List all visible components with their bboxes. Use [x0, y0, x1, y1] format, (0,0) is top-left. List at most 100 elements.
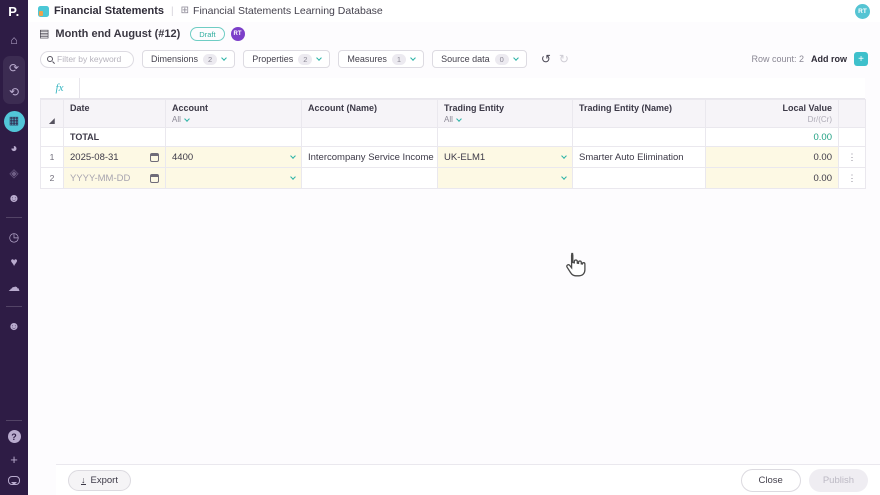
source-data-label: Source data: [441, 54, 490, 64]
drcr-label: Dr/(Cr): [807, 115, 832, 124]
add-icon[interactable]: +: [10, 452, 18, 467]
total-label: TOTAL: [63, 127, 166, 147]
dimensions-filter-button[interactable]: Dimensions 2: [142, 50, 236, 68]
app-sidebar: P. ⌂ ⟳ ⟲ ▦ ◕ ◈ ☻ ◷ ♥ ☁ ☻ ? +: [0, 0, 28, 495]
community-icon[interactable]: ☻: [5, 317, 23, 335]
footer-bar: ↓ Export Close Publish: [56, 464, 880, 495]
toolbar: Dimensions 2 Properties 2 Measures 1 Sou…: [28, 46, 880, 72]
chevron-down-icon: [512, 55, 519, 61]
trading-entity-cell[interactable]: UK-ELM1: [437, 146, 573, 168]
table-row: 2 YYYY-MM-DD 0.00 ⋮: [40, 167, 866, 189]
grid-icon: ⊞: [180, 5, 190, 16]
history-icon[interactable]: ◷: [5, 228, 23, 246]
chevron-down-icon: [221, 55, 228, 61]
formula-fx-icon: fx: [40, 78, 80, 98]
feedback-icon[interactable]: [8, 476, 20, 485]
member-icon[interactable]: ☻: [5, 189, 23, 207]
total-row: TOTAL 0.00: [40, 127, 866, 147]
account-cell[interactable]: [165, 167, 302, 189]
trading-entity-name-cell: [572, 167, 706, 189]
properties-label: Properties: [252, 54, 294, 64]
workflow-icon[interactable]: ⟲: [5, 83, 23, 101]
source-data-filter-button[interactable]: Source data 0: [432, 50, 527, 68]
help-icon[interactable]: ?: [7, 430, 21, 443]
calendar-icon[interactable]: [150, 152, 159, 162]
page-title: Month end August (#12): [55, 28, 181, 40]
breadcrumb-separator: |: [171, 5, 174, 17]
chevron-down-icon: [561, 174, 567, 180]
add-row-button[interactable]: +: [854, 52, 868, 66]
properties-count-badge: 2: [298, 53, 313, 65]
search-input[interactable]: [57, 54, 127, 64]
close-button[interactable]: Close: [740, 468, 801, 492]
document-header: ▤ Month end August (#12) Draft RT: [28, 22, 880, 46]
column-header-account-name[interactable]: Account (Name): [301, 99, 438, 128]
editor-avatar[interactable]: RT: [230, 27, 245, 41]
calendar-icon[interactable]: [150, 173, 159, 183]
local-value-cell[interactable]: 0.00: [705, 167, 839, 189]
database-icon-active[interactable]: ▦: [3, 111, 25, 132]
media-icon[interactable]: ☁: [5, 278, 23, 296]
search-icon: [47, 56, 53, 62]
breadcrumb: Financial Statements | ⊞ Financial State…: [28, 0, 880, 22]
app-block-icon: [38, 5, 49, 17]
user-avatar[interactable]: RT: [855, 3, 870, 19]
publish-button[interactable]: Publish: [808, 468, 868, 492]
trading-entity-filter[interactable]: All: [444, 115, 566, 124]
sidebar-icon-group: ⟳ ⟲: [3, 56, 25, 104]
chevron-down-icon: [184, 115, 190, 122]
add-row-label[interactable]: Add row: [811, 54, 847, 64]
sidebar-divider: [6, 306, 22, 307]
sidebar-divider: [6, 217, 22, 218]
chevron-down-icon: [561, 153, 567, 159]
status-badge: Draft: [190, 27, 225, 41]
home-icon[interactable]: ⌂: [5, 31, 23, 49]
column-header-date[interactable]: Date: [63, 99, 166, 128]
account-name-cell: Intercompany Service Income: [301, 146, 438, 168]
breadcrumb-page[interactable]: Financial Statements Learning Database: [193, 5, 383, 17]
favorites-icon[interactable]: ♥: [5, 253, 23, 271]
redo-icon[interactable]: ↻: [559, 53, 569, 65]
date-cell[interactable]: 2025-08-31: [63, 146, 166, 168]
total-local-value: 0.00: [705, 127, 839, 147]
tags-icon[interactable]: ◈: [5, 164, 23, 182]
row-count-label: Row count: 2: [751, 54, 804, 64]
dimensions-label: Dimensions: [151, 54, 199, 64]
column-header-local-value[interactable]: Local Value Dr/(Cr): [705, 99, 839, 128]
sidebar-divider: [6, 420, 22, 421]
chevron-down-icon: [456, 115, 462, 122]
column-header-trading-entity[interactable]: Trading Entity All: [437, 99, 573, 128]
trading-entity-name-cell: Smarter Auto Elimination: [572, 146, 706, 168]
export-button[interactable]: ↓ Export: [68, 469, 131, 491]
breadcrumb-app[interactable]: Financial Statements: [54, 5, 164, 17]
main-area: Financial Statements | ⊞ Financial State…: [28, 0, 880, 495]
trading-entity-cell[interactable]: [437, 167, 573, 189]
app-logo[interactable]: P.: [8, 4, 20, 19]
account-filter[interactable]: All: [172, 115, 295, 124]
chevron-down-icon: [410, 55, 416, 61]
row-number[interactable]: 2: [40, 167, 64, 189]
row-number[interactable]: 1: [40, 146, 64, 168]
row-menu-icon[interactable]: ⋮: [838, 167, 866, 189]
download-icon: ↓: [81, 474, 86, 485]
measures-label: Measures: [347, 54, 387, 64]
date-cell[interactable]: YYYY-MM-DD: [63, 167, 166, 189]
dimensions-count-badge: 2: [203, 53, 218, 65]
column-header-account[interactable]: Account All: [165, 99, 302, 128]
table-row: 1 2025-08-31 4400 Intercompany Service I…: [40, 146, 866, 168]
column-header-actions: [838, 99, 866, 128]
account-cell[interactable]: 4400: [165, 146, 302, 168]
chevron-down-icon: [290, 153, 296, 159]
properties-filter-button[interactable]: Properties 2: [243, 50, 331, 68]
sync-icon[interactable]: ⟳: [5, 59, 23, 77]
measures-filter-button[interactable]: Measures 1: [338, 50, 425, 68]
column-header-trading-entity-name[interactable]: Trading Entity (Name): [572, 99, 706, 128]
row-menu-icon[interactable]: ⋮: [838, 146, 866, 168]
chevron-down-icon: [290, 174, 296, 180]
reports-icon[interactable]: ◕: [5, 139, 23, 157]
select-all-icon[interactable]: ◢: [49, 118, 54, 125]
undo-icon[interactable]: ↺: [541, 53, 551, 65]
data-grid: fx ◢ Date Account All Account (Name) Tra…: [40, 78, 866, 189]
account-name-cell: [301, 167, 438, 189]
local-value-cell[interactable]: 0.00: [705, 146, 839, 168]
